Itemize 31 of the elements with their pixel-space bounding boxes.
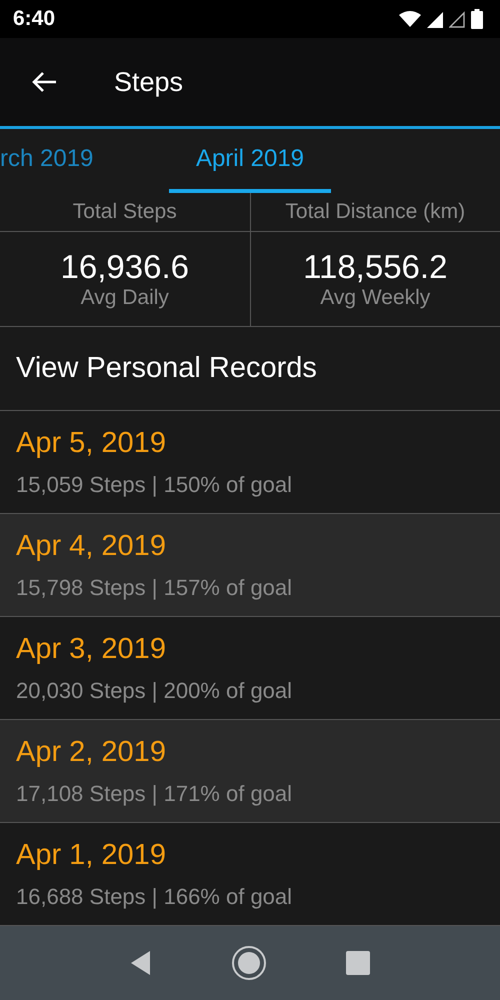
- stat-value: 118,556.2: [303, 248, 448, 286]
- screen-title: Steps: [114, 66, 184, 98]
- stat-caption: Avg Weekly: [320, 286, 430, 310]
- wifi-icon: [399, 10, 421, 28]
- day-steps: 15,798 Steps | 157% of goal: [16, 574, 500, 600]
- personal-records-link[interactable]: View Personal Records: [16, 352, 317, 385]
- status-time: 6:40: [13, 7, 56, 31]
- month-tab[interactable]: April 2019: [169, 129, 331, 193]
- signal-icon: [427, 10, 443, 28]
- day-row[interactable]: Apr 4, 2019 15,798 Steps | 157% of goal: [0, 514, 500, 617]
- no-signal-icon: [449, 10, 465, 28]
- stat-caption: Avg Daily: [80, 286, 169, 310]
- back-icon[interactable]: [130, 950, 152, 976]
- back-arrow-icon[interactable]: [31, 71, 57, 93]
- day-row[interactable]: Apr 2, 2019 17,108 Steps | 171% of goal: [0, 720, 500, 823]
- day-steps: 20,030 Steps | 200% of goal: [16, 678, 500, 704]
- month-tab[interactable]: rch 2019: [0, 129, 96, 193]
- day-date: Apr 2, 2019: [16, 736, 167, 768]
- day-steps: 15,059 Steps | 150% of goal: [16, 472, 500, 498]
- day-steps: 17,108 Steps | 171% of goal: [16, 780, 500, 806]
- day-steps: 16,688 Steps | 166% of goal: [16, 884, 500, 910]
- stat-heading: Total Distance (km): [285, 200, 466, 224]
- day-date: Apr 3, 2019: [16, 632, 167, 666]
- day-date: Apr 1, 2019: [16, 838, 167, 872]
- stat-value: 16,936.6: [60, 248, 189, 286]
- day-date: Apr 5, 2019: [16, 426, 167, 460]
- stat-heading: Total Steps: [72, 200, 177, 224]
- recents-icon[interactable]: [346, 951, 370, 975]
- home-icon[interactable]: [230, 945, 267, 981]
- day-date: Apr 4, 2019: [16, 530, 167, 562]
- battery-icon: [471, 9, 483, 29]
